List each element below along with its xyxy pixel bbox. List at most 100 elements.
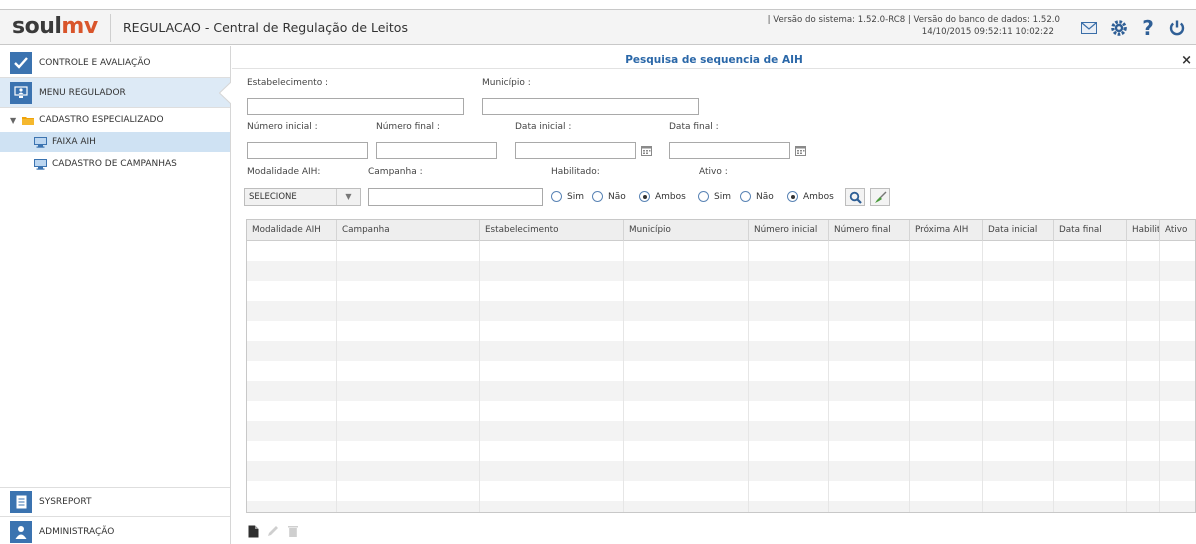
version-line-1: | Versão do sistema: 1.52.0-RC8 | Versão…	[767, 15, 1060, 25]
gear-icon[interactable]	[1107, 16, 1131, 40]
label-numero-final: Número final :	[376, 122, 440, 132]
mail-icon[interactable]	[1077, 16, 1101, 40]
column-divider	[623, 241, 624, 512]
new-document-icon	[248, 525, 258, 537]
habilitado-sim-radio[interactable]: Sim	[551, 191, 584, 202]
label-estabelecimento: Estabelecimento :	[247, 78, 329, 88]
power-icon[interactable]	[1165, 16, 1189, 40]
clear-button[interactable]	[870, 188, 890, 206]
version-info: | Versão do sistema: 1.52.0-RC8 | Versão…	[700, 14, 1060, 38]
nav-sysreport-label: SYSREPORT	[39, 497, 92, 507]
folder-icon	[22, 116, 35, 125]
page-title: Pesquisa de sequencia de AIH	[625, 54, 803, 66]
version-line-2: 14/10/2015 09:52:11 10:02:22	[921, 27, 1054, 37]
column-header[interactable]: Ativo	[1160, 220, 1195, 241]
tree-item-faixa-aih[interactable]: FAIXA AIH	[0, 132, 230, 152]
nav-admin-label: ADMINISTRAÇÃO	[39, 527, 115, 537]
help-icon[interactable]: ?	[1136, 16, 1160, 40]
calendar-icon[interactable]	[641, 146, 652, 156]
radio-checked-icon	[639, 191, 650, 202]
column-divider	[479, 241, 480, 512]
tree-item-label: CADASTRO DE CAMPANHAS	[52, 159, 177, 169]
sidebar: CONTROLE E AVALIAÇÃO MENU REGULADOR ▼ CA…	[0, 46, 231, 544]
nav-administracao[interactable]: ADMINISTRAÇÃO	[0, 517, 230, 544]
numero-inicial-input[interactable]	[247, 142, 368, 159]
ativo-ambos-radio[interactable]: Ambos	[787, 191, 834, 202]
label-modalidade: Modalidade AIH:	[247, 167, 321, 177]
broom-icon	[874, 191, 886, 203]
column-header[interactable]: Município	[624, 220, 749, 241]
data-inicial-input[interactable]	[515, 142, 636, 159]
column-header[interactable]: Modalidade AIH	[247, 220, 337, 241]
column-divider	[1159, 241, 1160, 512]
radio-label: Ambos	[803, 191, 834, 202]
column-divider	[828, 241, 829, 512]
table-header: Modalidade AIH Campanha Estabelecimento Mun…	[247, 220, 1195, 241]
header-divider	[110, 14, 111, 42]
monitor-icon	[34, 136, 47, 148]
column-header[interactable]: Data final	[1054, 220, 1127, 241]
column-header[interactable]: Habilitado	[1127, 220, 1160, 241]
panel-title-bar: Pesquisa de sequencia de AIH ×	[232, 51, 1196, 69]
ativo-sim-radio[interactable]: Sim	[698, 191, 731, 202]
radio-label: Não	[756, 191, 774, 202]
data-final-input[interactable]	[669, 142, 790, 159]
nav-controle-label: CONTROLE E AVALIAÇÃO	[39, 57, 151, 68]
label-numero-inicial: Número inicial :	[247, 122, 318, 132]
calendar-icon[interactable]	[795, 146, 806, 156]
label-data-inicial: Data inicial :	[515, 122, 572, 132]
close-icon[interactable]: ×	[1181, 53, 1192, 68]
column-header[interactable]: Estabelecimento	[480, 220, 624, 241]
habilitado-nao-radio[interactable]: Não	[592, 191, 626, 202]
column-divider	[336, 241, 337, 512]
search-button[interactable]	[845, 188, 865, 206]
edit-button[interactable]	[266, 523, 280, 539]
column-divider	[1053, 241, 1054, 512]
column-header[interactable]: Data inicial	[983, 220, 1054, 241]
tree-group-cadastro[interactable]: ▼ CADASTRO ESPECIALIZADO	[0, 110, 230, 130]
radio-unchecked-icon	[551, 191, 562, 202]
habilitado-ambos-radio[interactable]: Ambos	[639, 191, 686, 202]
radio-unchecked-icon	[698, 191, 709, 202]
label-municipio: Município :	[482, 78, 531, 88]
delete-button[interactable]	[286, 523, 300, 539]
check-icon	[10, 51, 32, 74]
radio-label: Sim	[714, 191, 731, 202]
results-table: Modalidade AIH Campanha Estabelecimento Mun…	[246, 219, 1196, 513]
chevron-down-icon: ▼	[10, 115, 17, 125]
numero-final-input[interactable]	[376, 142, 497, 159]
radio-checked-icon	[787, 191, 798, 202]
radio-label: Não	[608, 191, 626, 202]
top-strip	[0, 0, 1196, 9]
soulmv-logo: soulmv	[12, 14, 98, 39]
column-divider	[748, 241, 749, 512]
estabelecimento-input[interactable]	[247, 98, 464, 115]
column-header[interactable]: Número inicial	[749, 220, 829, 241]
modalidade-select[interactable]: SELECIONE ▼	[244, 188, 361, 206]
active-pointer	[219, 82, 231, 104]
tree-item-cadastro-campanhas[interactable]: CADASTRO DE CAMPANHAS	[0, 154, 230, 174]
pencil-icon	[268, 526, 278, 536]
tree-group-label: CADASTRO ESPECIALIZADO	[39, 115, 164, 125]
radio-label: Ambos	[655, 191, 686, 202]
admin-user-icon	[10, 521, 32, 543]
column-header[interactable]: Campanha	[337, 220, 480, 241]
label-campanha: Campanha :	[368, 167, 423, 177]
nav-sysreport[interactable]: SYSREPORT	[0, 487, 230, 517]
app-header: soulmv REGULACAO - Central de Regulação …	[0, 9, 1196, 45]
new-record-button[interactable]	[246, 523, 260, 539]
label-habilitado: Habilitado:	[551, 167, 600, 177]
chevron-down-icon: ▼	[336, 189, 360, 205]
municipio-input[interactable]	[482, 98, 699, 115]
column-header[interactable]: Número final	[829, 220, 910, 241]
nav-controle-avaliacao[interactable]: CONTROLE E AVALIAÇÃO	[0, 48, 230, 78]
modalidade-value: SELECIONE	[249, 192, 297, 202]
tree-item-label: FAIXA AIH	[52, 137, 96, 147]
campanha-input[interactable]	[368, 188, 543, 206]
nav-menu-regulador[interactable]: MENU REGULADOR	[0, 78, 231, 108]
column-divider	[982, 241, 983, 512]
monitor-user-icon	[10, 81, 32, 104]
ativo-nao-radio[interactable]: Não	[740, 191, 774, 202]
column-header[interactable]: Próxima AIH	[910, 220, 983, 241]
table-actions	[246, 523, 300, 539]
